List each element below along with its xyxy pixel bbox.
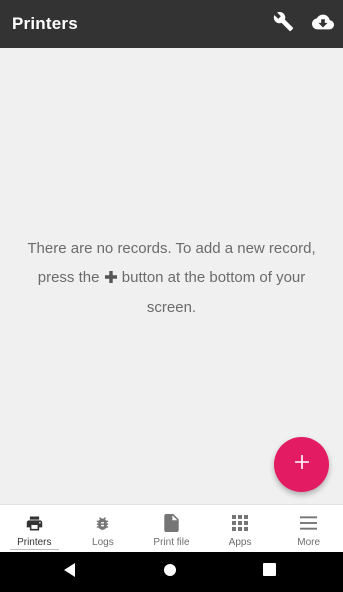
nav-item-apps[interactable]: Apps [206,505,275,552]
empty-state-message: There are no records. To add a new recor… [16,234,327,322]
content-area: There are no records. To add a new recor… [0,48,343,504]
nav-label-apps: Apps [228,537,252,548]
bug-icon [93,514,113,532]
nav-label-print-file: Print file [153,537,190,548]
home-icon [163,563,177,582]
plus-icon [104,264,117,293]
bottom-navigation: Printers Logs Print file Apps More [0,504,343,552]
plus-icon [294,455,309,474]
download-button[interactable] [311,12,335,36]
nav-item-print-file[interactable]: Print file [137,505,206,552]
nav-label-printers: Printers [17,537,52,548]
system-navigation-bar [0,552,343,592]
nav-item-logs[interactable]: Logs [69,505,138,552]
wrench-icon [273,11,294,37]
menu-icon [299,514,319,532]
nav-label-more: More [297,537,321,548]
apps-grid-icon [230,514,250,532]
printer-icon [24,514,44,532]
home-button[interactable] [162,563,178,582]
recents-button[interactable] [261,563,277,581]
file-icon [161,514,181,532]
empty-text-end: button at the bottom of your screen. [121,269,306,316]
cloud-download-icon [312,11,334,38]
settings-button[interactable] [271,11,295,37]
app-bar: Printers [0,0,343,48]
back-icon [63,562,77,582]
back-button[interactable] [62,562,78,582]
nav-item-more[interactable]: More [274,505,343,552]
nav-label-logs: Logs [92,537,114,548]
nav-item-printers[interactable]: Printers [0,505,69,552]
add-record-button[interactable] [274,437,329,492]
recents-icon [262,563,276,581]
page-title: Printers [12,14,78,33]
